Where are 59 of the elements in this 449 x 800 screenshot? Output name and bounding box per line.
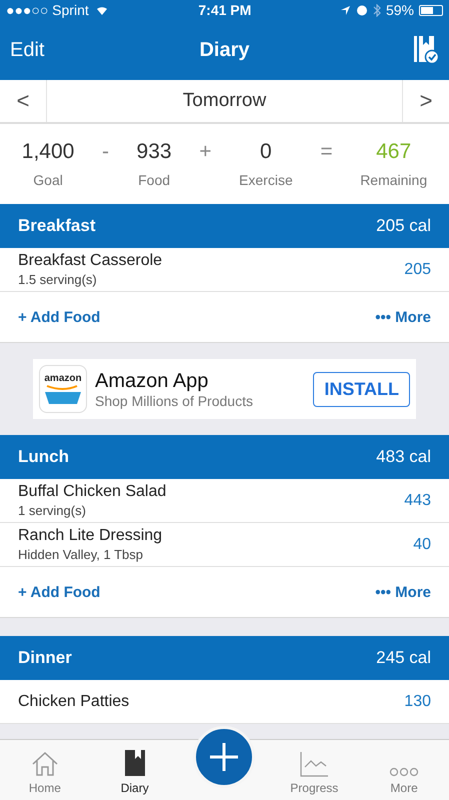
- more-icon: [389, 767, 420, 777]
- battery-percent: 59%: [386, 2, 414, 18]
- edit-button[interactable]: Edit: [10, 38, 70, 62]
- calorie-value: 933: [136, 140, 172, 164]
- calorie-label: Goal: [33, 172, 63, 188]
- screen-title: Diary: [199, 38, 250, 62]
- ad-subtitle: Shop Millions of Products: [95, 392, 254, 408]
- plus-icon: [209, 742, 240, 772]
- battery-icon: [418, 4, 443, 16]
- calorie-label: Remaining: [360, 172, 428, 188]
- bluetooth-icon: [372, 4, 381, 16]
- food-name: Breakfast Casserole: [18, 252, 162, 270]
- calorie-value: 1,400: [22, 140, 74, 164]
- meal-calories: 245 cal: [376, 648, 431, 668]
- meal-calories: 483 cal: [376, 447, 431, 467]
- food-calories: 205: [404, 260, 431, 278]
- book-icon: [124, 749, 146, 777]
- food-serving: 1.5 serving(s): [18, 272, 98, 287]
- home-icon: [30, 751, 59, 777]
- notebook-check-icon[interactable]: [413, 35, 439, 65]
- food-serving: Hidden Valley, 1 Tbsp: [18, 547, 144, 562]
- chart-icon: [299, 751, 330, 777]
- food-serving: 1 serving(s): [18, 503, 87, 518]
- tab[interactable]: More: [359, 740, 449, 800]
- food-name: Chicken Patties: [18, 692, 130, 710]
- add-food-link[interactable]: + Add Food: [18, 584, 100, 600]
- food-entry[interactable]: Chicken Patties 130: [0, 680, 449, 724]
- food-name: Ranch Lite Dressing: [18, 527, 162, 545]
- ad-title: Amazon App: [95, 370, 210, 392]
- operator: +: [199, 140, 212, 164]
- more-link[interactable]: ••• More: [375, 584, 431, 600]
- food-entry[interactable]: Buffal Chicken Salad 1 serving(s) 443: [0, 479, 449, 523]
- clock-time: 7:41 PM: [198, 2, 252, 18]
- operator: =: [320, 140, 333, 164]
- meal-name: Lunch: [18, 447, 69, 467]
- calorie-label: Exercise: [239, 172, 293, 188]
- tab[interactable]: Progress: [269, 740, 360, 800]
- operator: -: [102, 140, 109, 164]
- carrier: ●●●○○ Sprint: [6, 2, 89, 18]
- food-calories: 443: [404, 492, 431, 510]
- ad-banner[interactable]: amazon Amazon App Shop Millions of Products INSTALL: [33, 359, 416, 419]
- meal-calories: 205 cal: [376, 216, 431, 236]
- tab[interactable]: Diary: [90, 740, 180, 800]
- app-logo: amazon: [39, 365, 87, 413]
- food-name: Buffal Chicken Salad: [18, 483, 166, 501]
- calorie-value: 0: [260, 140, 272, 164]
- location-icon: [340, 4, 351, 16]
- food-calories: 40: [413, 536, 431, 554]
- meal-name: Dinner: [18, 648, 72, 668]
- food-entry[interactable]: Ranch Lite Dressing Hidden Valley, 1 Tbsp 40: [0, 523, 449, 567]
- add-food-link[interactable]: + Add Food: [18, 308, 100, 326]
- calorie-label: Food: [138, 172, 170, 188]
- more-link[interactable]: ••• More: [375, 308, 431, 326]
- install-button[interactable]: INSTALL: [313, 372, 410, 406]
- food-calories: 130: [404, 692, 431, 710]
- food-entry[interactable]: Breakfast Casserole 1.5 serving(s) 205: [0, 248, 449, 292]
- calorie-value: 467: [376, 140, 412, 164]
- tab[interactable]: Home: [0, 740, 90, 800]
- meal-name: Breakfast: [18, 216, 96, 236]
